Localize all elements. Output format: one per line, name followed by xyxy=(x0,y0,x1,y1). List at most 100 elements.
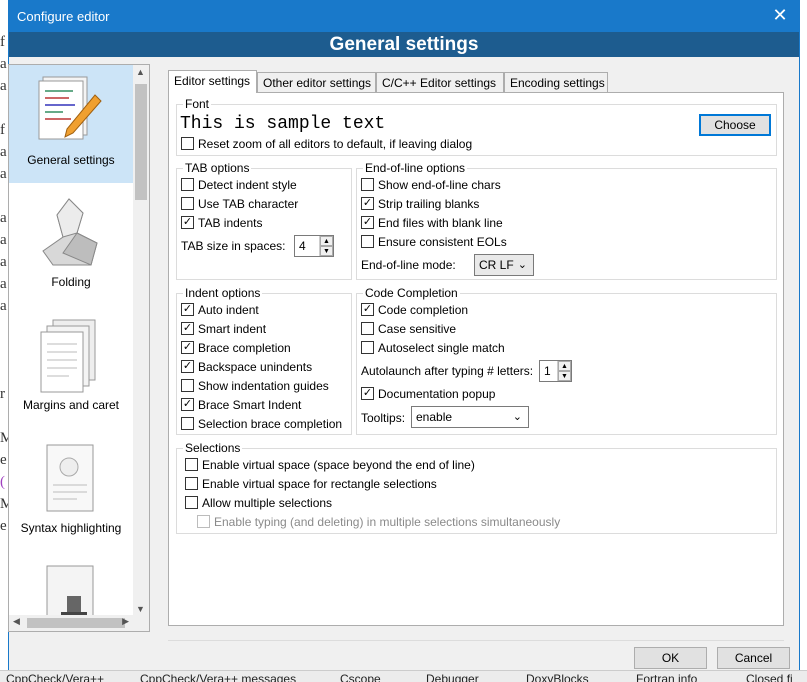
scroll-left-icon[interactable]: ◀ xyxy=(13,616,20,627)
tab-encoding-settings[interactable]: Encoding settings xyxy=(504,72,608,92)
tab-other-editor-settings[interactable]: Other editor settings xyxy=(257,72,376,92)
close-icon[interactable]: ✕ xyxy=(769,5,791,26)
checkbox-label: Code completion xyxy=(378,303,469,317)
checkmark-icon[interactable]: ✓ xyxy=(361,197,374,211)
autolaunch-value[interactable]: 1 xyxy=(544,364,551,378)
brace-completion-checkbox[interactable]: ✓ Brace completion xyxy=(181,341,291,357)
stepper-down-icon[interactable]: ▼ xyxy=(320,246,333,256)
sidebar-item-syntax[interactable]: Syntax highlighting xyxy=(9,433,133,551)
chevron-down-icon[interactable]: ⌄ xyxy=(513,410,522,423)
tab-cpp-editor-settings[interactable]: C/C++ Editor settings xyxy=(376,72,504,92)
checkbox-box[interactable] xyxy=(361,322,374,336)
stepper-arrows[interactable]: ▲ ▼ xyxy=(557,361,571,381)
checkmark-icon[interactable]: ✓ xyxy=(361,387,374,401)
sidebar-item-margins[interactable]: Margins and caret xyxy=(9,310,133,428)
allow-multiple-selections-checkbox[interactable]: Allow multiple selections xyxy=(185,496,332,512)
checkbox-box[interactable] xyxy=(181,178,194,192)
bg-text: a xyxy=(0,144,7,160)
sidebar-vertical-scrollbar[interactable]: ▲ ▼ xyxy=(133,65,149,616)
code-completion-checkbox[interactable]: ✓ Code completion xyxy=(361,303,468,319)
category-list[interactable]: General settings Folding Margins and car… xyxy=(8,64,150,632)
checkmark-icon[interactable]: ✓ xyxy=(181,322,194,336)
checkmark-icon[interactable]: ✓ xyxy=(181,360,194,374)
checkbox-label: Enable virtual space for rectangle selec… xyxy=(202,477,437,491)
sidebar-item-general-settings[interactable]: General settings xyxy=(9,65,133,183)
autoselect-single-match-checkbox[interactable]: Autoselect single match xyxy=(361,341,505,357)
log-tab[interactable]: Fortran info xyxy=(636,672,697,682)
checkbox-label: Brace completion xyxy=(198,341,291,355)
log-tab[interactable]: CppCheck/Vera++ messages xyxy=(140,672,296,682)
scroll-thumb[interactable] xyxy=(135,84,147,200)
sidebar-horizontal-scrollbar[interactable]: ◀ ▶ xyxy=(9,615,149,631)
ok-button[interactable]: OK xyxy=(634,647,707,669)
sidebar-item-folding[interactable]: Folding xyxy=(9,187,133,305)
checkmark-icon[interactable]: ✓ xyxy=(181,398,194,412)
choose-font-button[interactable]: Choose xyxy=(699,114,771,136)
checkmark-icon[interactable]: ✓ xyxy=(181,341,194,355)
tab-editor-settings[interactable]: Editor settings xyxy=(168,70,257,93)
font-group-title: Font xyxy=(183,97,212,111)
log-tab[interactable]: Closed fi xyxy=(746,672,793,682)
checkbox-label: Strip trailing blanks xyxy=(378,197,480,211)
reset-zoom-checkbox[interactable]: Reset zoom of all editors to default, if… xyxy=(181,137,472,153)
case-sensitive-checkbox[interactable]: Case sensitive xyxy=(361,322,456,338)
checkmark-icon[interactable]: ✓ xyxy=(181,303,194,317)
autolaunch-stepper[interactable]: 1 ▲ ▼ xyxy=(539,360,572,382)
show-indentation-guides-checkbox[interactable]: Show indentation guides xyxy=(181,379,329,395)
checkbox-box[interactable] xyxy=(185,477,198,491)
checkbox-box[interactable] xyxy=(181,379,194,393)
checkbox-box[interactable] xyxy=(181,197,194,211)
bg-text: ( xyxy=(0,474,5,490)
tab-size-stepper[interactable]: 4 ▲ ▼ xyxy=(294,235,334,257)
smart-indent-checkbox[interactable]: ✓ Smart indent xyxy=(181,322,266,338)
bg-text: a xyxy=(0,254,7,270)
ensure-consistent-eols-checkbox[interactable]: Ensure consistent EOLs xyxy=(361,235,507,251)
scroll-thumb[interactable] xyxy=(27,618,125,628)
checkbox-box[interactable] xyxy=(185,458,198,472)
backspace-unindents-checkbox[interactable]: ✓ Backspace unindents xyxy=(181,360,312,376)
stepper-up-icon[interactable]: ▲ xyxy=(558,361,571,371)
log-tab[interactable]: DoxyBlocks xyxy=(526,672,589,682)
bg-text: a xyxy=(0,232,7,248)
checkbox-box[interactable] xyxy=(361,235,374,249)
checkmark-icon[interactable]: ✓ xyxy=(361,303,374,317)
strip-trailing-blanks-checkbox[interactable]: ✓ Strip trailing blanks xyxy=(361,197,479,213)
bg-text: a xyxy=(0,78,7,94)
brace-smart-indent-checkbox[interactable]: ✓ Brace Smart Indent xyxy=(181,398,301,414)
checkbox-label: Allow multiple selections xyxy=(202,496,333,510)
tab-indents-checkbox[interactable]: ✓ TAB indents xyxy=(181,216,262,232)
use-tab-character-checkbox[interactable]: Use TAB character xyxy=(181,197,298,213)
tab-size-value[interactable]: 4 xyxy=(299,239,306,253)
log-tab[interactable]: CppCheck/Vera++ xyxy=(6,672,104,682)
scroll-right-icon[interactable]: ▶ xyxy=(122,616,129,627)
log-tab[interactable]: Cscope xyxy=(340,672,381,682)
tooltips-select[interactable]: enable ⌄ xyxy=(411,406,529,428)
stepper-arrows[interactable]: ▲ ▼ xyxy=(319,236,333,256)
checkmark-icon[interactable]: ✓ xyxy=(181,216,194,230)
end-files-blank-line-checkbox[interactable]: ✓ End files with blank line xyxy=(361,216,503,232)
virtual-space-checkbox[interactable]: Enable virtual space (space beyond the e… xyxy=(185,458,475,474)
documentation-popup-checkbox[interactable]: ✓ Documentation popup xyxy=(361,387,495,403)
checkbox-box[interactable] xyxy=(181,137,194,151)
checkbox-box[interactable] xyxy=(181,417,194,431)
show-eol-chars-checkbox[interactable]: Show end-of-line chars xyxy=(361,178,501,194)
auto-indent-checkbox[interactable]: ✓ Auto indent xyxy=(181,303,259,319)
cancel-button[interactable]: Cancel xyxy=(717,647,790,669)
stepper-up-icon[interactable]: ▲ xyxy=(320,236,333,246)
checkbox-box[interactable] xyxy=(361,341,374,355)
virtual-space-rect-checkbox[interactable]: Enable virtual space for rectangle selec… xyxy=(185,477,437,493)
checkbox-box[interactable] xyxy=(185,496,198,510)
checkbox-box[interactable] xyxy=(361,178,374,192)
stepper-down-icon[interactable]: ▼ xyxy=(558,371,571,381)
eol-mode-select[interactable]: CR LF ⌄ xyxy=(474,254,534,276)
chevron-down-icon[interactable]: ⌄ xyxy=(518,258,527,271)
log-tab[interactable]: Debugger xyxy=(426,672,479,682)
scroll-down-icon[interactable]: ▼ xyxy=(136,604,145,614)
checkbox-label: Reset zoom of all editors to default, if… xyxy=(198,137,473,151)
selection-brace-completion-checkbox[interactable]: Selection brace completion xyxy=(181,417,342,433)
scroll-up-icon[interactable]: ▲ xyxy=(136,67,145,77)
group-title: TAB options xyxy=(183,161,252,175)
detect-indent-style-checkbox[interactable]: Detect indent style xyxy=(181,178,297,194)
checkbox-label: End files with blank line xyxy=(378,216,503,230)
checkmark-icon[interactable]: ✓ xyxy=(361,216,374,230)
